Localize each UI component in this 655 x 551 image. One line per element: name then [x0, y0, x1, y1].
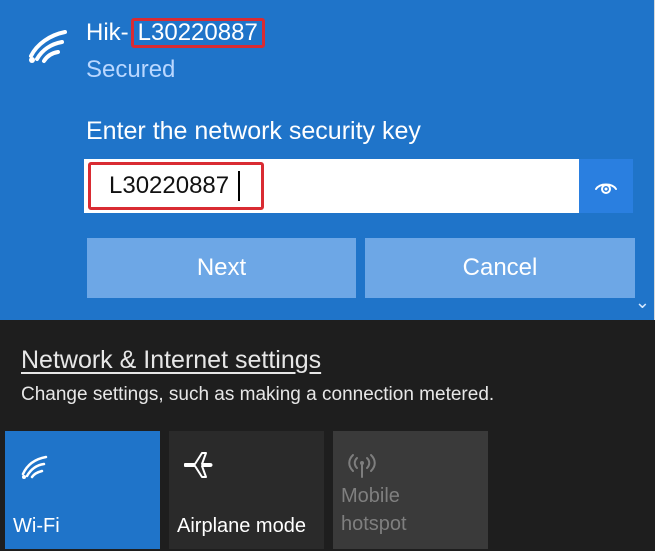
hotspot-icon — [348, 454, 376, 478]
cancel-button[interactable]: Cancel — [365, 238, 635, 298]
wifi-network-panel: Hik- L30220887 Secured Enter the network … — [0, 0, 655, 320]
wifi-icon — [29, 30, 67, 63]
text-caret — [238, 171, 240, 201]
mobile-hotspot-label-line2: hotspot — [341, 513, 407, 535]
network-internet-settings-link[interactable]: Network & Internet settings — [21, 345, 321, 375]
network-name: Hik- L30220887 — [86, 18, 265, 48]
network-security-status: Secured — [86, 56, 176, 83]
wifi-quick-action-tile[interactable]: Wi-Fi — [5, 431, 160, 549]
airplane-icon — [184, 452, 213, 478]
wifi-tile-label: Wi-Fi — [13, 515, 60, 537]
security-key-label: Enter the network security key — [86, 117, 421, 145]
network-name-prefix: Hik- — [86, 19, 129, 46]
highlighted-network-name-key: L30220887 — [130, 18, 265, 48]
network-settings-description: Change settings, such as making a connec… — [21, 384, 495, 405]
security-key-field[interactable] — [84, 159, 633, 213]
mobile-hotspot-label-line1: Mobile — [341, 485, 400, 507]
airplane-mode-tile-label: Airplane mode — [177, 515, 306, 537]
network-settings-section: Network & Internet settings Change setti… — [0, 320, 655, 551]
chevron-down-icon[interactable]: ⌄ — [635, 293, 650, 311]
show-password-button[interactable] — [579, 159, 633, 213]
eye-icon — [595, 183, 617, 194]
wifi-icon — [21, 455, 48, 479]
mobile-hotspot-tile-label: Mobile hotspot — [341, 482, 407, 538]
next-button[interactable]: Next — [87, 238, 356, 298]
mobile-hotspot-quick-action-tile[interactable]: Mobile hotspot — [333, 431, 488, 549]
airplane-mode-quick-action-tile[interactable]: Airplane mode — [169, 431, 324, 549]
network-flyout-screenshot: Hik- L30220887 Secured Enter the network … — [0, 0, 655, 551]
